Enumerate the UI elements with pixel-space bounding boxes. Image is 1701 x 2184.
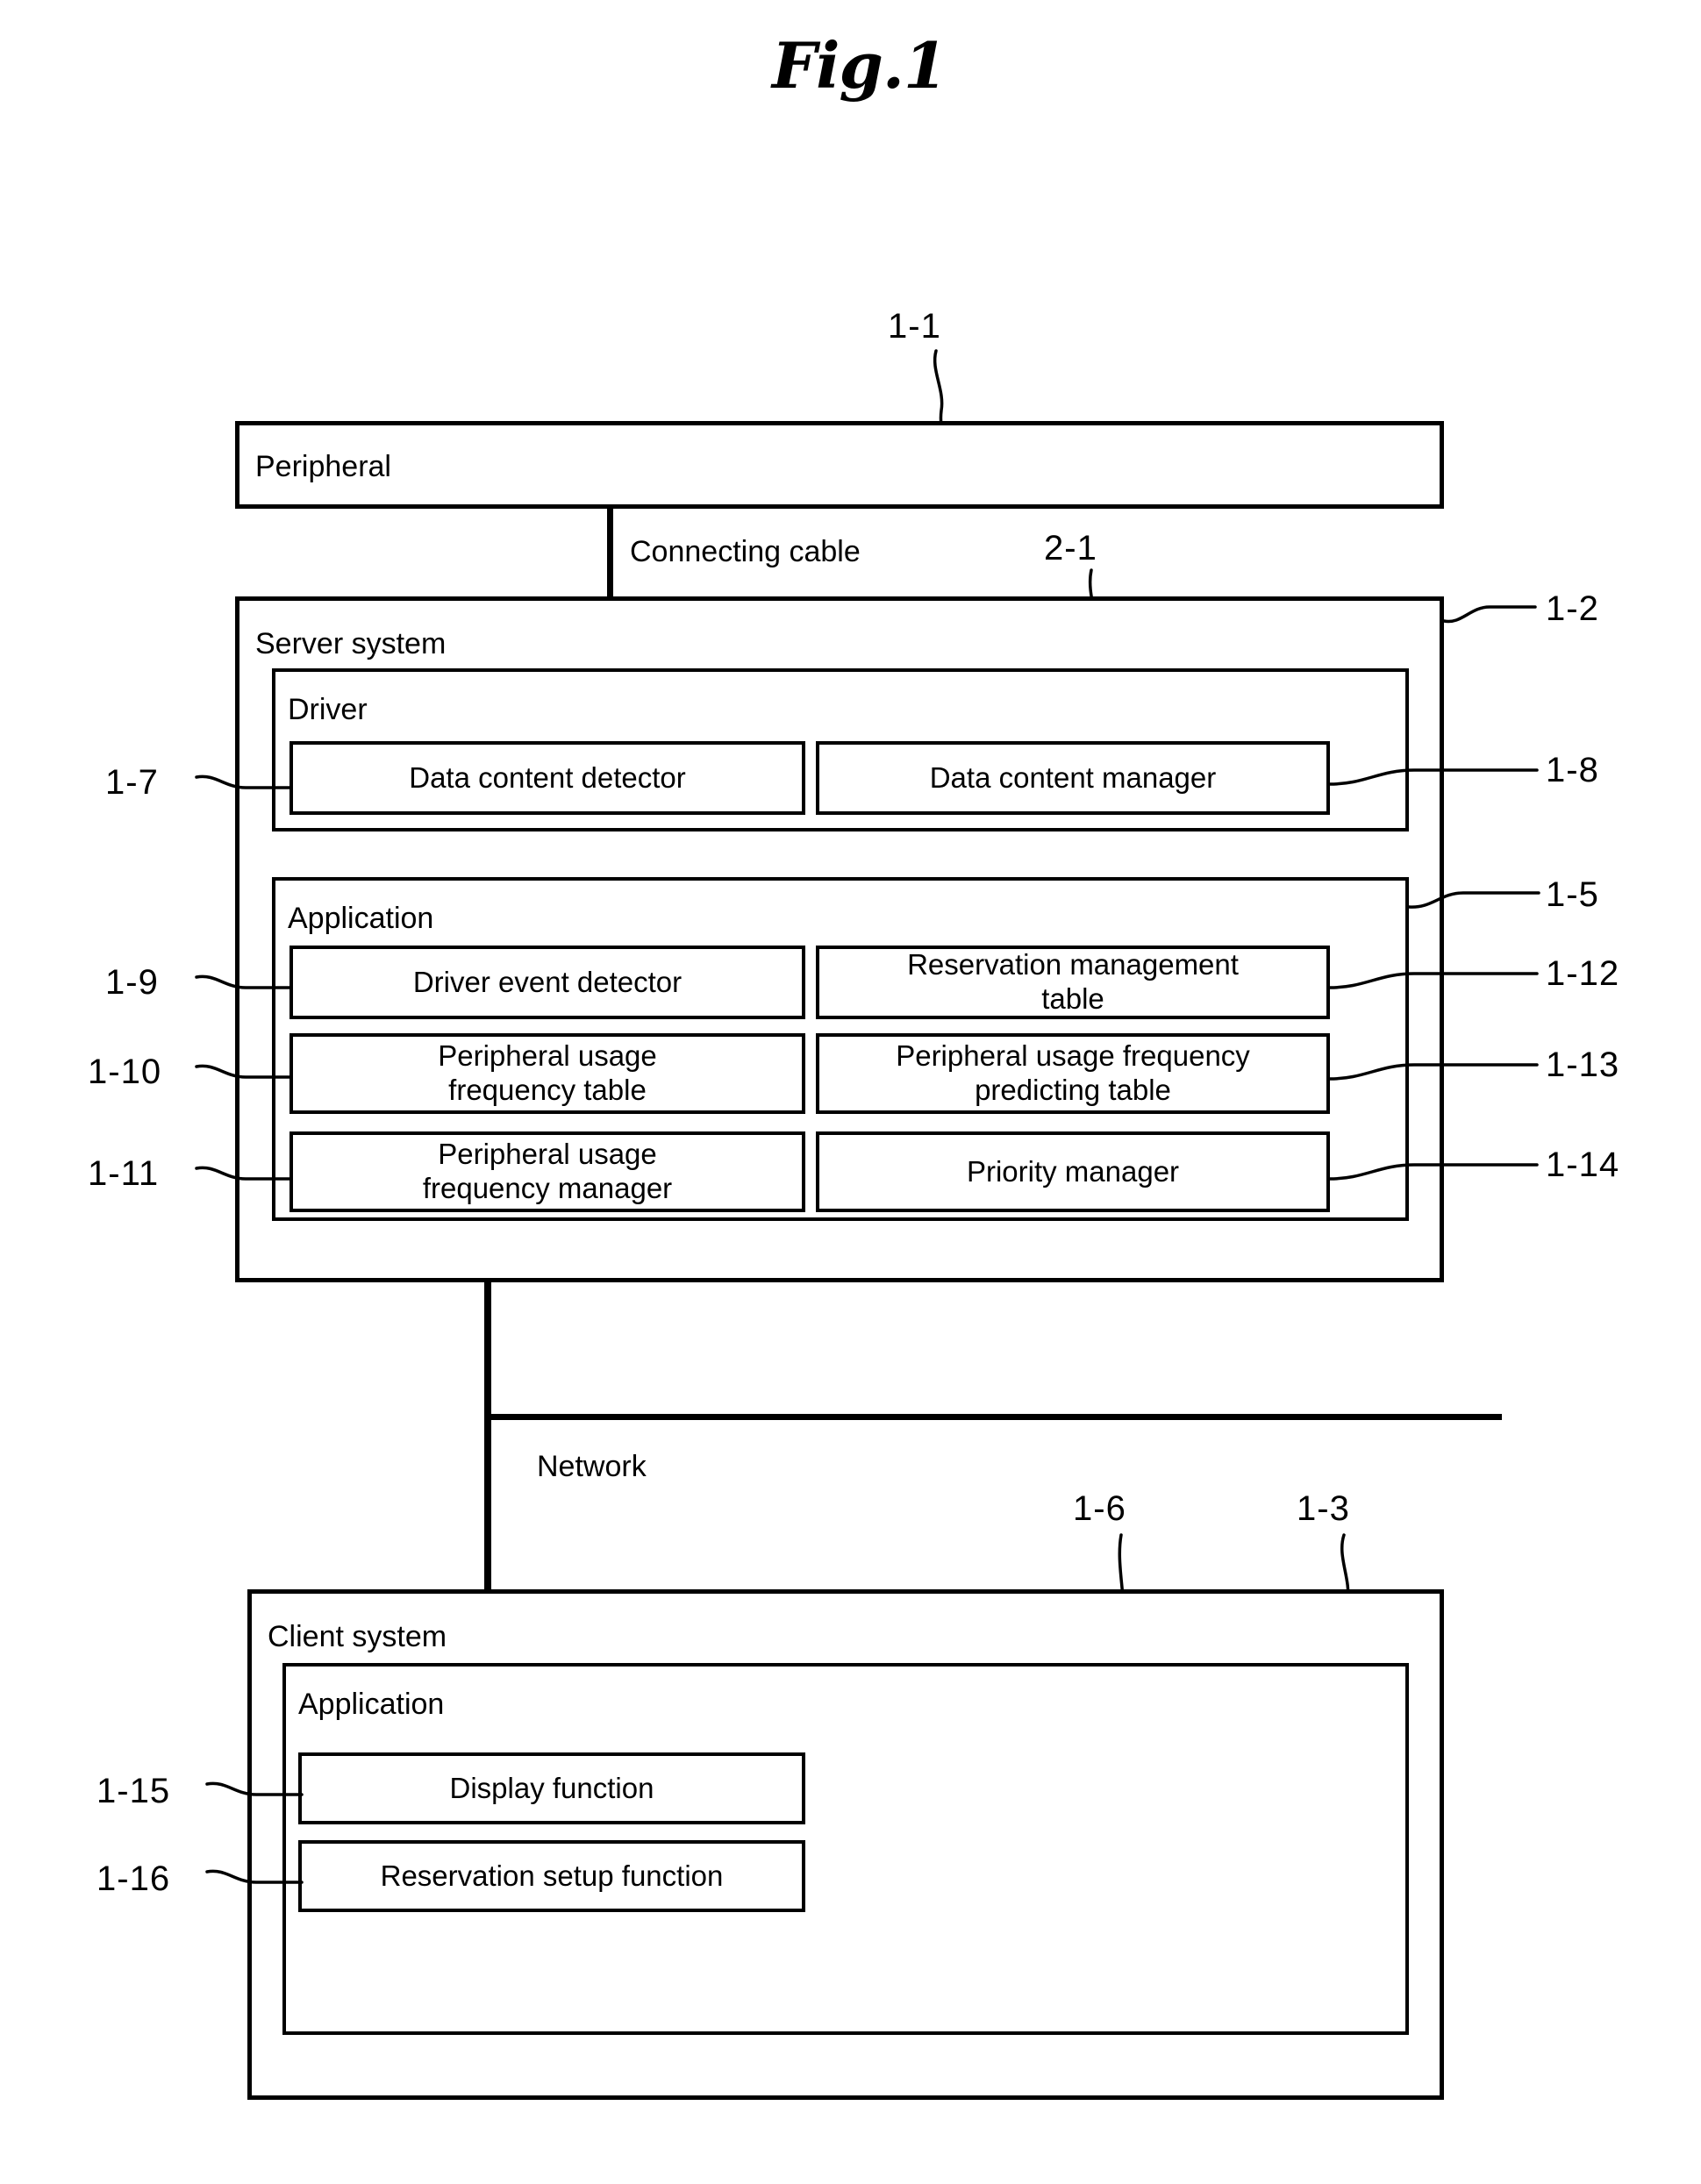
module-label: Peripheral usage frequency manager (422, 1138, 673, 1204)
ref-label-1-11: 1-11 (88, 1154, 160, 1193)
module-priority-manager[interactable]: Priority manager (816, 1131, 1330, 1212)
module-label: Driver event detector (412, 965, 683, 998)
driver-label: Driver (288, 693, 368, 726)
ref-label-1-5: 1-5 (1546, 875, 1599, 914)
ref-label-1-6: 1-6 (1073, 1489, 1126, 1528)
network-bus-line (484, 1414, 1502, 1420)
module-label: Data content manager (929, 760, 1217, 794)
figure-title: Fig.1 (772, 28, 947, 103)
peripheral-label: Peripheral (255, 450, 391, 483)
module-driver-event-detector[interactable]: Driver event detector (289, 946, 805, 1019)
module-data-content-manager[interactable]: Data content manager (816, 741, 1330, 815)
server-system-label: Server system (255, 627, 447, 660)
ref-label-2-1: 2-1 (1044, 529, 1097, 567)
module-label: Reservation setup function (380, 1859, 724, 1892)
module-reservation-management-table[interactable]: Reservation management table (816, 946, 1330, 1019)
figure-canvas: Fig.1 1-1 Peripheral Connecting cable 2-… (0, 0, 1701, 2184)
ref-label-1-7: 1-7 (105, 763, 159, 802)
module-label: Peripheral usage frequency table (438, 1039, 657, 1106)
ref-label-1-8: 1-8 (1546, 751, 1599, 789)
module-label: Priority manager (966, 1154, 1180, 1188)
module-label: Peripheral usage frequency predicting ta… (896, 1039, 1250, 1106)
ref-label-1-16: 1-16 (96, 1859, 171, 1898)
module-label: Data content detector (409, 760, 686, 794)
leader-line-1-2 (1442, 605, 1537, 624)
ref-label-1-2: 1-2 (1546, 589, 1599, 628)
module-data-content-detector[interactable]: Data content detector (289, 741, 805, 815)
client-system-label: Client system (268, 1620, 447, 1653)
module-peripheral-usage-frequency-predicting-table[interactable]: Peripheral usage frequency predicting ta… (816, 1033, 1330, 1114)
client-application-label: Application (298, 1688, 445, 1721)
peripheral-box: Peripheral (235, 421, 1444, 509)
network-trunk-line (484, 1282, 491, 1589)
ref-label-1-10: 1-10 (88, 1053, 162, 1091)
connecting-cable-label: Connecting cable (630, 535, 861, 568)
module-peripheral-usage-frequency-table[interactable]: Peripheral usage frequency table (289, 1033, 805, 1114)
ref-label-1-12: 1-12 (1546, 954, 1620, 993)
module-display-function[interactable]: Display function (298, 1752, 805, 1824)
module-peripheral-usage-frequency-manager[interactable]: Peripheral usage frequency manager (289, 1131, 805, 1212)
ref-label-1-1: 1-1 (888, 307, 941, 346)
module-label: Reservation management table (907, 948, 1239, 1015)
ref-label-1-3: 1-3 (1297, 1489, 1350, 1528)
server-application-label: Application (288, 902, 434, 935)
ref-label-1-14: 1-14 (1546, 1146, 1620, 1184)
ref-label-1-13: 1-13 (1546, 1046, 1620, 1084)
ref-label-1-9: 1-9 (105, 963, 159, 1002)
module-reservation-setup-function[interactable]: Reservation setup function (298, 1840, 805, 1912)
network-label: Network (537, 1450, 647, 1483)
ref-label-1-15: 1-15 (96, 1772, 171, 1810)
connecting-cable-line (607, 509, 613, 596)
module-label: Display function (449, 1771, 654, 1804)
